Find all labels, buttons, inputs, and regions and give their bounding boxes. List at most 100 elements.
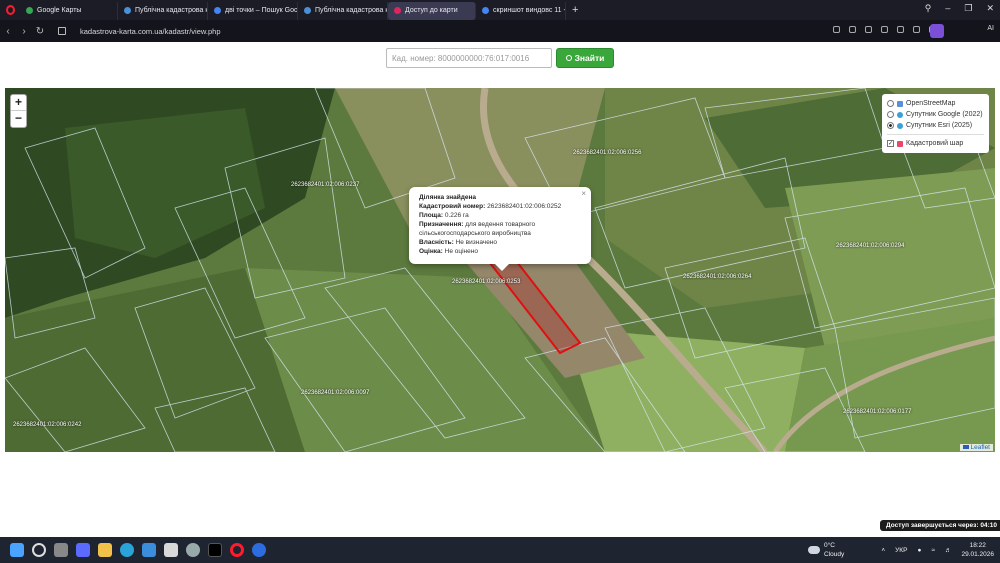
- browser-tab[interactable]: Доступ до карти: [388, 1, 476, 20]
- copilot-icon[interactable]: [76, 543, 90, 557]
- download-icon[interactable]: [913, 26, 920, 33]
- radio-icon[interactable]: [887, 122, 894, 129]
- find-button[interactable]: Знайти: [556, 48, 614, 68]
- search-icon[interactable]: [32, 543, 46, 557]
- tiktok-icon[interactable]: [208, 543, 222, 557]
- wifi-icon[interactable]: ≈: [931, 547, 935, 554]
- speedometer-icon[interactable]: [186, 543, 200, 557]
- popup-tip: [494, 263, 510, 271]
- parcel-label[interactable]: 2623682401:02:006:0242: [13, 422, 81, 428]
- find-button-label: Знайти: [574, 53, 605, 63]
- flag-icon: [963, 445, 970, 449]
- language-indicator[interactable]: УКР: [895, 547, 907, 554]
- globe-icon: [897, 122, 903, 129]
- tab-title: Доступ до карти: [405, 7, 458, 14]
- url-field[interactable]: kadastrova-karta.com.ua/kadastr/view.php: [80, 27, 221, 36]
- layer-row-base[interactable]: OpenStreetMap: [887, 98, 984, 109]
- search-icon: [565, 55, 572, 61]
- mail-icon[interactable]: [142, 543, 156, 557]
- radio-icon[interactable]: [887, 111, 894, 118]
- browser-tab[interactable]: дві точки – Пошук Googl: [208, 1, 298, 20]
- leaflet-attribution[interactable]: Leaflet: [960, 444, 993, 451]
- cloud-icon: [808, 546, 820, 554]
- layer-row-base[interactable]: Супутник Google (2022): [887, 109, 984, 120]
- chevron-up-icon[interactable]: ˄: [881, 547, 885, 554]
- browser-tab[interactable]: Google Карты: [20, 1, 118, 20]
- edge-icon[interactable]: [120, 543, 134, 557]
- profile-avatar[interactable]: [930, 24, 944, 38]
- parcel-label[interactable]: 2623682401:02:006:0294: [836, 243, 904, 249]
- lock-icon[interactable]: [58, 27, 66, 35]
- favicon-icon: [304, 7, 311, 14]
- translate-icon[interactable]: [865, 26, 872, 33]
- task-view-icon[interactable]: [54, 543, 68, 557]
- layer-label: Супутник Esri (2025): [906, 122, 973, 129]
- globe-icon: [897, 111, 903, 118]
- map-view[interactable]: 2623682401:02:006:0256 2623682401:02:006:…: [5, 88, 995, 452]
- app-icon[interactable]: [252, 543, 266, 557]
- minimize-icon[interactable]: –: [945, 3, 950, 14]
- layer-row-cadastral[interactable]: ✓ Кадастровий шар: [887, 138, 984, 149]
- tab-title: Публічна кадастрова ка: [135, 7, 208, 14]
- microphone-icon[interactable]: ●: [917, 547, 921, 554]
- cadastral-number-input[interactable]: [386, 48, 552, 68]
- parcel-popup: × Ділянка знайдена Кадастровий номер: 26…: [409, 187, 591, 264]
- file-explorer-icon[interactable]: [98, 543, 112, 557]
- browser-tab-bar: Google Карты Публічна кадастрова ка дві то…: [0, 0, 1000, 20]
- store-icon[interactable]: [164, 543, 178, 557]
- checkbox-icon[interactable]: ✓: [887, 140, 894, 147]
- close-window-icon[interactable]: ✕: [986, 3, 994, 14]
- favicon-icon: [394, 7, 401, 14]
- shield-icon[interactable]: [849, 26, 856, 33]
- heart-icon[interactable]: [897, 26, 904, 33]
- opera-menu-icon[interactable]: [0, 0, 20, 20]
- weather-widget[interactable]: 0°C Cloudy: [808, 541, 844, 559]
- page-content: Знайти: [0, 42, 1000, 537]
- zoom-control: + −: [10, 94, 27, 128]
- parcel-label[interactable]: 2623682401:02:006:0237: [291, 182, 359, 188]
- map-icon: [897, 100, 903, 107]
- cadastral-search: Знайти: [386, 48, 614, 68]
- layer-label: Супутник Google (2022): [906, 111, 983, 118]
- parcel-label[interactable]: 2623682401:02:006:0097: [301, 390, 369, 396]
- reload-icon[interactable]: ↻: [32, 26, 48, 37]
- windows-start-icon[interactable]: [10, 543, 24, 557]
- zoom-out-button[interactable]: −: [11, 111, 26, 127]
- new-tab-button[interactable]: +: [566, 4, 584, 16]
- clock[interactable]: 18:22 29.01.2026: [961, 541, 994, 559]
- opera-icon[interactable]: [230, 543, 244, 557]
- zoom-in-button[interactable]: +: [11, 95, 26, 111]
- layer-label: OpenStreetMap: [906, 100, 956, 107]
- back-icon[interactable]: ‹: [0, 26, 16, 37]
- close-icon[interactable]: ×: [581, 189, 586, 198]
- play-icon[interactable]: [881, 26, 888, 33]
- browser-tab[interactable]: Публічна кадастрова ка: [118, 1, 208, 20]
- browser-tab[interactable]: скриншот виндовс 11 - П: [476, 1, 566, 20]
- tab-title: Публічна кадастрова ка: [315, 7, 388, 14]
- forward-icon[interactable]: ›: [16, 26, 32, 37]
- pin-icon: [897, 140, 903, 147]
- layer-row-base[interactable]: Супутник Esri (2025): [887, 120, 984, 131]
- tab-title: скриншот виндовс 11 - П: [493, 7, 566, 14]
- popup-row: Площа: 0.226 га: [419, 212, 469, 219]
- search-tabs-icon[interactable]: ⚲: [925, 3, 932, 14]
- volume-icon[interactable]: ♬: [945, 547, 952, 554]
- layer-label: Кадастровий шар: [906, 140, 964, 147]
- radio-icon[interactable]: [887, 100, 894, 107]
- favicon-icon: [482, 7, 489, 14]
- camera-icon[interactable]: [833, 26, 840, 33]
- ai-button[interactable]: AI: [987, 25, 994, 32]
- parcel-label[interactable]: 2623682401:02:006:0177: [843, 409, 911, 415]
- session-timer: Доступ завершується через: 04:10: [880, 520, 1000, 531]
- popup-row: Оцінка: Не оцінено: [419, 248, 478, 255]
- layers-control: OpenStreetMap Супутник Google (2022) Супут…: [882, 94, 989, 153]
- favicon-icon: [26, 7, 33, 14]
- popup-row: Кадастровий номер: 2623682401:02:006:025…: [419, 203, 562, 210]
- maximize-icon[interactable]: ❐: [964, 3, 972, 14]
- parcel-label[interactable]: 2623682401:02:006:0256: [573, 150, 641, 156]
- tab-title: Google Карты: [37, 7, 82, 14]
- parcel-label[interactable]: 2623682401:02:006:0264: [683, 274, 751, 280]
- browser-tab[interactable]: Публічна кадастрова ка: [298, 1, 388, 20]
- parcel-label[interactable]: 2623682401:02:006:0253: [452, 279, 520, 285]
- popup-title: Ділянка знайдена: [419, 194, 477, 201]
